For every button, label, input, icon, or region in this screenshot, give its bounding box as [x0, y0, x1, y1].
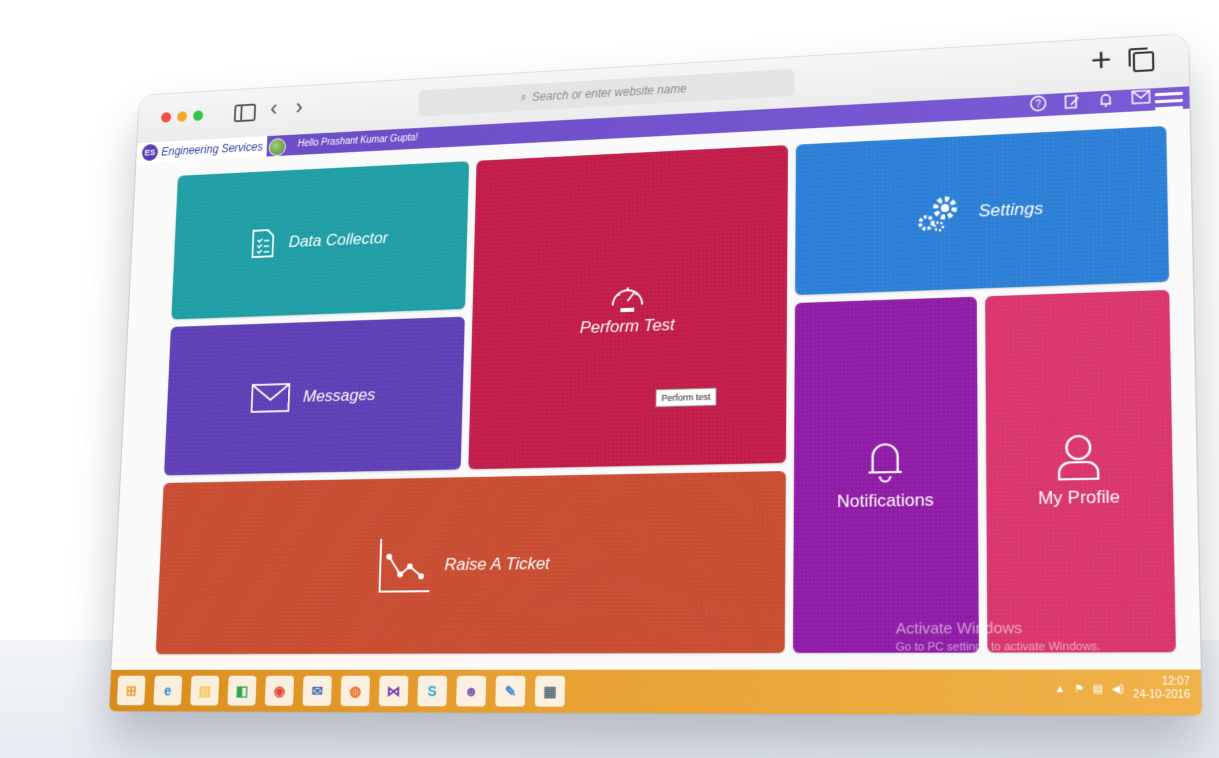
clock-time: 12:07	[1133, 676, 1190, 689]
tile-settings-label: Settings	[979, 199, 1044, 222]
tile-data-collector[interactable]: Data Collector	[171, 161, 469, 319]
tile-messages[interactable]: Messages	[164, 317, 465, 476]
watermark-title: Activate Windows	[896, 618, 1101, 640]
tile-my-profile[interactable]: My Profile	[985, 290, 1176, 653]
minimize-window-button[interactable]	[177, 111, 187, 122]
new-tab-icon[interactable]: +	[1090, 41, 1112, 81]
address-bar[interactable]: ⌕ Search or enter website name	[418, 69, 794, 117]
sidebar-toggle-icon[interactable]	[234, 104, 256, 123]
clock-date: 24-10-2016	[1133, 689, 1190, 702]
user-icon	[1055, 432, 1101, 481]
tile-raise-ticket[interactable]: Raise A Ticket	[156, 471, 786, 654]
tile-raise-ticket-label: Raise A Ticket	[444, 554, 550, 575]
gears-icon	[914, 191, 964, 235]
search-icon: ⌕	[520, 91, 526, 104]
forward-arrow-icon[interactable]: ›	[295, 94, 303, 120]
brand-logo-icon: ES	[142, 144, 159, 161]
taskbar-store-icon[interactable]: ◧	[227, 676, 256, 706]
brand-name: Engineering Services	[161, 140, 263, 158]
close-window-button[interactable]	[161, 112, 171, 123]
tile-data-collector-label: Data Collector	[288, 229, 388, 252]
taskbar-chrome-icon[interactable]: ◉	[265, 676, 294, 706]
back-arrow-icon[interactable]: ‹	[270, 96, 278, 122]
perform-test-tooltip: Perform test	[655, 388, 716, 408]
tile-perform-test[interactable]: Perform Test Perform test	[468, 145, 788, 469]
tile-settings[interactable]: Settings	[795, 126, 1169, 295]
tray-expand-icon[interactable]: ▲	[1054, 683, 1065, 695]
mail-icon[interactable]	[1131, 89, 1150, 104]
taskbar-firefox-icon[interactable]: ◍	[340, 676, 370, 706]
taskbar-windows-start-icon[interactable]: ⊞	[117, 676, 146, 706]
tile-notifications[interactable]: Notifications	[793, 297, 979, 653]
taskbar-clock[interactable]: 12:07 24-10-2016	[1133, 676, 1190, 702]
browser-window: ‹ › ⌕ Search or enter website name + ES …	[109, 34, 1202, 715]
menu-icon[interactable]	[1155, 92, 1183, 115]
tile-perform-test-label: Perform Test	[580, 315, 675, 338]
taskbar: ⊞ e ▤ ◧ ◉ ✉ ◍ ⋈ S ☻ ✎ ▦ ▲ ⚑ ▤ ◀) 12:07 24-10-2016	[109, 670, 1202, 716]
tile-my-profile-label: My Profile	[1038, 487, 1120, 509]
bell-icon	[864, 437, 906, 485]
taskbar-news-app-icon[interactable]: ▦	[535, 676, 565, 707]
taskbar-paint-icon[interactable]: ✎	[495, 676, 525, 707]
zoom-window-button[interactable]	[193, 110, 203, 121]
taskbar-thunderbird-icon[interactable]: ✉	[302, 676, 332, 706]
edit-icon[interactable]	[1063, 93, 1080, 110]
taskbar-file-explorer-icon[interactable]: ▤	[190, 676, 219, 706]
taskbar-skype-icon[interactable]: S	[417, 676, 447, 707]
tile-messages-label: Messages	[303, 385, 376, 406]
address-bar-placeholder: Search or enter website name	[532, 82, 687, 104]
system-tray: ▲ ⚑ ▤ ◀) 12:07 24-10-2016	[1054, 676, 1190, 702]
network-icon[interactable]: ▤	[1093, 683, 1104, 695]
checklist-icon	[250, 228, 277, 259]
tab-overview-icon[interactable]	[1133, 51, 1155, 72]
bell-icon[interactable]	[1097, 91, 1114, 108]
action-center-icon[interactable]: ⚑	[1074, 683, 1084, 695]
taskbar-pidgin-icon[interactable]: ☻	[456, 676, 486, 707]
line-chart-icon	[376, 536, 431, 594]
volume-icon[interactable]: ◀)	[1112, 683, 1124, 695]
svg-text:?: ?	[1035, 99, 1041, 111]
help-icon[interactable]: ?	[1030, 95, 1047, 112]
taskbar-visual-studio-icon[interactable]: ⋈	[379, 676, 409, 706]
taskbar-internet-explorer-icon[interactable]: e	[153, 676, 182, 706]
speedometer-icon	[609, 279, 647, 314]
activation-watermark: Activate Windows Go to PC settings to ac…	[896, 618, 1101, 655]
taskbar-apps: ⊞ e ▤ ◧ ◉ ✉ ◍ ⋈ S ☻ ✎ ▦	[117, 676, 565, 707]
envelope-icon	[251, 383, 291, 413]
tile-notifications-label: Notifications	[837, 490, 934, 512]
watermark-subtitle: Go to PC settings to activate Windows.	[896, 639, 1101, 655]
